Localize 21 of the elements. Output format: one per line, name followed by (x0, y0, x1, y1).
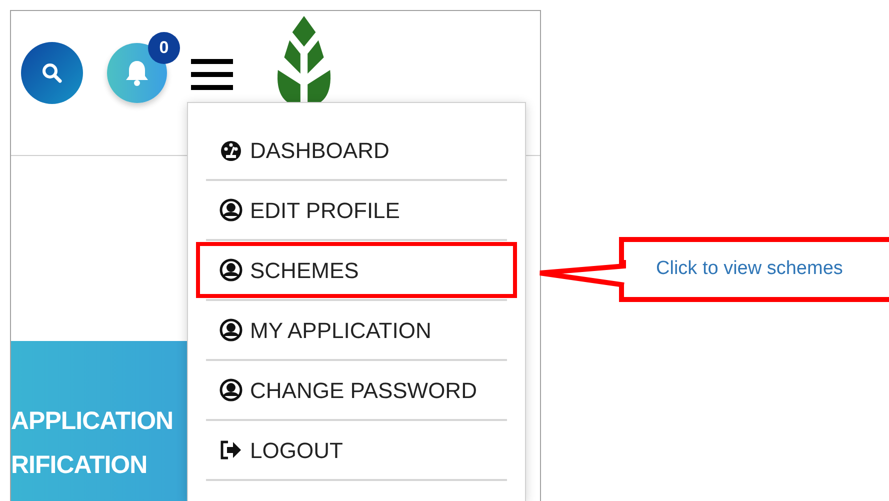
search-icon (41, 62, 63, 84)
menu-item[interactable]: CHANGE PASSWORD (196, 362, 517, 418)
callout-text: Click to view schemes (656, 257, 843, 282)
banner-title: RIFICATION (11, 450, 148, 481)
notification-count: 0 (148, 32, 180, 64)
menu-button[interactable] (191, 59, 233, 90)
bell-icon (124, 59, 150, 87)
user-icon (219, 258, 243, 282)
menu-item[interactable]: EDIT PROFILE (196, 182, 517, 238)
menu-item[interactable]: MY APPLICATION (196, 302, 517, 358)
gauge-icon (219, 138, 243, 162)
menu-item[interactable]: SCHEMES (196, 242, 517, 298)
menu-item[interactable]: LOGOUT (196, 422, 517, 478)
user-icon (219, 378, 243, 402)
logout-icon (219, 438, 243, 462)
menu-icon (191, 59, 233, 90)
user-icon (219, 318, 243, 342)
banner-title: APPLICATION (11, 406, 174, 437)
notification-button[interactable] (107, 43, 167, 103)
user-icon (219, 198, 243, 222)
menu-item[interactable]: DASHBOARD (196, 122, 517, 178)
